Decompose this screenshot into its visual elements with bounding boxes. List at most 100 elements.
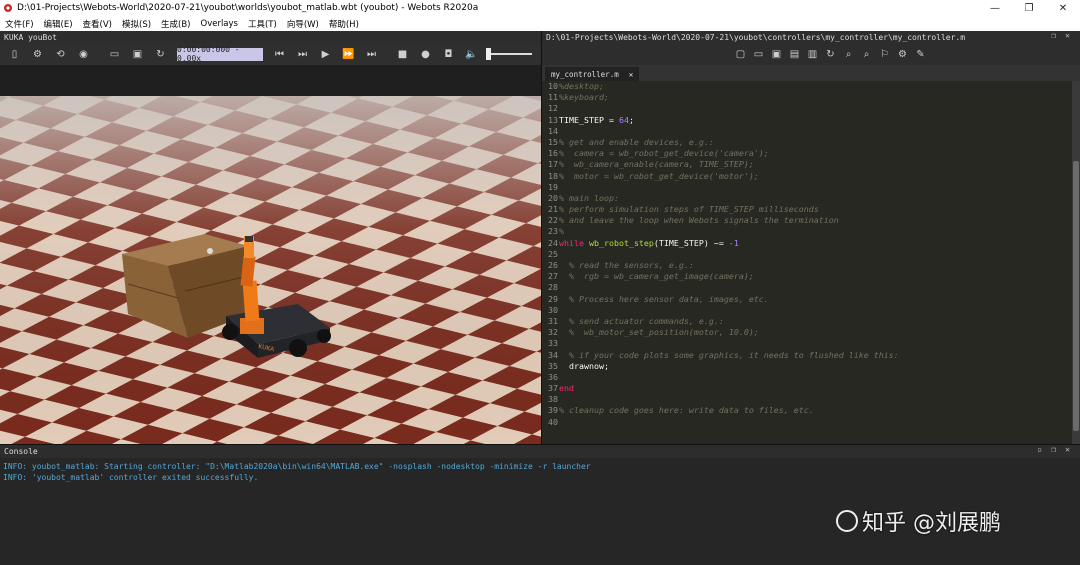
reset-simulation-icon[interactable]: ⏮ (269, 45, 290, 63)
code-line[interactable]: 27 % rgb = wb_camera_get_image(camera); (542, 271, 1072, 282)
record-icon[interactable]: ● (415, 45, 436, 63)
menu-build[interactable]: 生成(B) (156, 18, 195, 30)
build-icon[interactable]: ⚙ (894, 45, 911, 63)
console-close-icon[interactable]: ✕ (1065, 445, 1070, 454)
menu-tools[interactable]: 工具(T) (243, 18, 282, 30)
code-line[interactable]: 11 %keyboard; (542, 92, 1072, 103)
code-line[interactable]: 26 % read the sensors, e.g.: (542, 260, 1072, 271)
console-output[interactable]: INFO: youbot_matlab: Starting controller… (0, 458, 1080, 486)
code-line[interactable]: 32 % wb_motor_set_position(motor, 10.0); (542, 327, 1072, 338)
code-line[interactable]: 22% and leave the loop when Webots signa… (542, 215, 1072, 226)
menu-edit[interactable]: 编辑(E) (39, 18, 78, 30)
code-line[interactable]: 10 %desktop; (542, 81, 1072, 92)
code-text: % wb_motor_set_position(motor, 10.0); (559, 327, 759, 338)
console-title: Console (4, 447, 38, 456)
save-all-icon[interactable]: ▥ (804, 45, 821, 63)
window-title: D:\01-Projects\Webots-World\2020-07-21\y… (17, 3, 479, 13)
screenshot-icon[interactable]: ◘ (438, 45, 459, 63)
code-line[interactable]: 23% (542, 226, 1072, 237)
code-text: % main loop: (559, 192, 619, 203)
3d-viewport[interactable]: KUKA (0, 96, 541, 474)
volume-slider[interactable] (486, 48, 532, 60)
zhihu-logo-icon (836, 510, 858, 532)
editor-scrollbar-thumb[interactable] (1073, 161, 1079, 431)
menu-wizards[interactable]: 向导(W) (282, 18, 324, 30)
find-icon[interactable]: ⌕ (840, 45, 857, 63)
code-line[interactable]: 30 (542, 305, 1072, 316)
revert-icon[interactable]: ⟲ (50, 45, 71, 63)
code-line[interactable]: 38 (542, 394, 1072, 405)
code-line[interactable]: 34 % if your code plots some graphics, i… (542, 350, 1072, 361)
undock-icon[interactable]: ❐ (1051, 31, 1056, 40)
code-text: % motor = wb_robot_get_device('motor'); (559, 170, 759, 181)
code-line[interactable]: 39% cleanup code goes here: write data t… (542, 405, 1072, 416)
speaker-icon[interactable]: 🔈 (461, 45, 482, 63)
code-text: % camera = wb_robot_get_device('camera')… (559, 148, 769, 159)
volume-slider-handle[interactable] (486, 48, 491, 60)
code-text: % if your code plots some graphics, it n… (559, 349, 899, 360)
minimize-button[interactable]: — (978, 0, 1012, 16)
code-line[interactable]: 40 (542, 417, 1072, 428)
code-line[interactable]: 25 (542, 249, 1072, 260)
editor-scrollbar[interactable] (1072, 81, 1080, 444)
code-line[interactable]: 18% motor = wb_robot_get_device('motor')… (542, 171, 1072, 182)
line-number: 13 (548, 114, 558, 125)
menu-bar: 文件(F) 编辑(E) 查看(V) 模拟(S) 生成(B) Overlays 工… (0, 16, 1080, 31)
close-button[interactable]: ✕ (1046, 0, 1080, 16)
open-world-icon[interactable]: ▭ (104, 45, 125, 63)
replace-icon[interactable]: ⌕ (858, 45, 875, 63)
gear-icon[interactable]: ⚙ (27, 45, 48, 63)
code-line[interactable]: 31 % send actuator commands, e.g.: (542, 316, 1072, 327)
code-line[interactable]: 16% camera = wb_robot_get_device('camera… (542, 148, 1072, 159)
code-text: end (559, 383, 574, 394)
code-line[interactable]: 17% wb_camera_enable(camera, TIME_STEP); (542, 159, 1072, 170)
fast-forward-icon[interactable]: ⏩ (338, 45, 359, 63)
code-line[interactable]: 20% main loop: (542, 193, 1072, 204)
code-line[interactable]: 21% perform simulation steps of TIME_STE… (542, 204, 1072, 215)
open-file-icon[interactable]: ▭ (750, 45, 767, 63)
eye-icon[interactable]: ◉ (73, 45, 94, 63)
save-world-icon[interactable]: ▣ (127, 45, 148, 63)
line-number: 24 (548, 237, 558, 248)
tab-my-controller[interactable]: my_controller.m ✕ (545, 67, 640, 81)
revert-file-icon[interactable]: ↻ (822, 45, 839, 63)
menu-overlays[interactable]: Overlays (196, 19, 243, 29)
code-line[interactable]: 19 (542, 182, 1072, 193)
fastest-icon[interactable]: ⏭ (361, 45, 382, 63)
code-line[interactable]: 36 (542, 372, 1072, 383)
panel-close-icon[interactable]: ✕ (1065, 31, 1070, 40)
code-area[interactable]: 10 %desktop; 11 %keyboard; 12 13 TIME_STEP = 6… (542, 81, 1072, 444)
code-line[interactable]: 35 drawnow; (542, 361, 1072, 372)
code-line[interactable]: 29 % Process here sensor data, images, e… (542, 294, 1072, 305)
tab-close-icon[interactable]: ✕ (629, 70, 634, 79)
menu-file[interactable]: 文件(F) (0, 18, 39, 30)
menu-simulation[interactable]: 模拟(S) (117, 18, 156, 30)
play-icon[interactable]: ▶ (315, 45, 336, 63)
console-undock-icon[interactable]: ❐ (1051, 445, 1056, 454)
clean-icon[interactable]: ✎ (912, 45, 929, 63)
code-line[interactable]: 37 end (542, 383, 1072, 394)
menu-help[interactable]: 帮助(H) (324, 18, 364, 30)
line-number: 15 (548, 136, 558, 147)
go-to-line-icon[interactable]: ⚐ (876, 45, 893, 63)
step-icon[interactable]: ⏭ (292, 45, 313, 63)
menu-view[interactable]: 查看(V) (78, 18, 117, 30)
save-file-icon[interactable]: ▣ (768, 45, 785, 63)
save-as-icon[interactable]: ▤ (786, 45, 803, 63)
maximize-button[interactable]: ❐ (1012, 0, 1046, 16)
stop-record-icon[interactable]: ■ (392, 45, 413, 63)
line-number: 16 (548, 148, 558, 159)
code-line[interactable]: 12 (542, 103, 1072, 114)
code-line[interactable]: 15% get and enable devices, e.g.: (542, 137, 1072, 148)
console-menu-icon[interactable]: ▫ (1037, 445, 1042, 454)
reload-world-icon[interactable]: ↻ (150, 45, 171, 63)
new-file-icon[interactable]: ▢ (732, 45, 749, 63)
code-line[interactable]: 24 while wb_robot_step(TIME_STEP) ~= -1 (542, 238, 1072, 249)
scene-tree-toggle-icon[interactable]: ▯ (4, 45, 25, 63)
code-line[interactable]: 13 TIME_STEP = 64; (542, 115, 1072, 126)
line-number: 20 (548, 192, 558, 203)
console-header: Console ▫ ❐ ✕ (0, 445, 1080, 458)
code-line[interactable]: 28 (542, 282, 1072, 293)
code-line[interactable]: 33 (542, 338, 1072, 349)
code-line[interactable]: 14 (542, 126, 1072, 137)
